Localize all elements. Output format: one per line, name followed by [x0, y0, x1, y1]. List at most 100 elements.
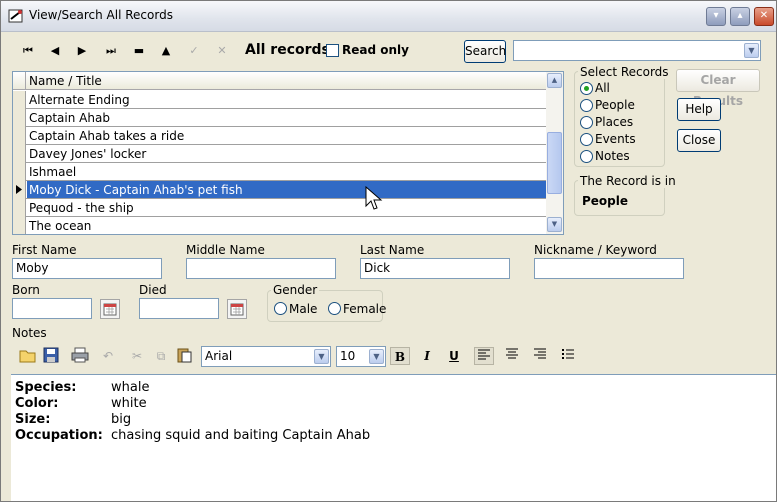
align-left-icon[interactable] [474, 347, 494, 365]
search-button[interactable]: Search [464, 40, 506, 63]
middle-name-field[interactable] [186, 258, 336, 279]
table-row[interactable]: Moby Dick - Captain Ahab's pet fish [13, 181, 546, 199]
align-center-icon[interactable] [502, 347, 522, 365]
read-only-label: Read only [342, 43, 409, 57]
select-notes-radio[interactable] [580, 150, 593, 163]
last-name-label: Last Name [360, 243, 425, 257]
italic-icon[interactable]: I [417, 347, 437, 365]
select-events-radio[interactable] [580, 133, 593, 146]
records-grid: Name / Title Alternate Ending Captain Aha… [12, 71, 564, 235]
row-selector[interactable] [13, 145, 26, 163]
born-field[interactable] [12, 298, 92, 319]
font-select[interactable]: Arial [201, 346, 331, 367]
cancel-edit-icon[interactable]: ✕ [211, 42, 233, 60]
note-key: Color: [15, 396, 59, 411]
font-size-dropdown-icon[interactable]: ▼ [369, 349, 384, 364]
view-search-window: View/Search All Records ▾ ▴ ✕ ⏮ ◀ ▶ ⏭ ▬ … [0, 0, 777, 502]
table-row[interactable]: Alternate Ending [13, 91, 546, 109]
first-name-field[interactable]: Moby [12, 258, 162, 279]
record-in-value: People [582, 194, 629, 208]
row-name-cell[interactable]: Ishmael [29, 165, 76, 179]
bullet-list-icon[interactable] [558, 347, 578, 365]
paste-icon[interactable] [174, 347, 194, 365]
nickname-field[interactable] [534, 258, 684, 279]
table-row[interactable]: Pequod - the ship [13, 199, 546, 217]
select-places-radio[interactable] [580, 116, 593, 129]
next-record-icon[interactable]: ▶ [71, 42, 93, 60]
clear-results-button[interactable]: Clear Results [676, 69, 760, 108]
select-people-label: People [595, 98, 635, 112]
died-calendar-icon[interactable] [227, 299, 247, 319]
gender-female-label: Female [343, 302, 387, 316]
record-in-caption: The Record is in [578, 174, 678, 188]
born-label: Born [12, 283, 40, 297]
table-row[interactable]: Davey Jones' locker [13, 145, 546, 163]
bold-icon[interactable]: B [390, 347, 410, 365]
read-only-checkbox[interactable] [326, 44, 339, 57]
row-name-cell[interactable]: Captain Ahab takes a ride [29, 129, 184, 143]
search-dropdown-icon[interactable]: ▼ [744, 43, 759, 58]
row-selector[interactable] [13, 91, 26, 109]
row-selector[interactable] [13, 109, 26, 127]
first-record-icon[interactable]: ⏮ [17, 42, 39, 60]
row-name-cell[interactable]: The ocean [29, 219, 91, 233]
scroll-up-icon[interactable]: ▲ [547, 73, 562, 88]
table-row[interactable]: The ocean [13, 217, 546, 234]
last-name-field[interactable]: Dick [360, 258, 510, 279]
save-icon[interactable] [41, 347, 61, 365]
close-button[interactable]: Close [677, 129, 721, 152]
delete-record-icon[interactable]: ▬ [128, 42, 150, 60]
post-check-icon[interactable]: ✓ [183, 42, 205, 60]
row-name-cell[interactable]: Moby Dick - Captain Ahab's pet fish [29, 183, 243, 197]
row-name-cell[interactable]: Alternate Ending [29, 93, 130, 107]
close-window-button[interactable]: ✕ [754, 7, 774, 26]
died-field[interactable] [139, 298, 219, 319]
row-selector[interactable] [13, 163, 26, 181]
prev-record-icon[interactable]: ◀ [44, 42, 66, 60]
last-record-icon[interactable]: ⏭ [100, 42, 122, 60]
row-selector[interactable] [13, 199, 26, 217]
table-row[interactable]: Ishmael [13, 163, 546, 181]
note-value: big [111, 412, 132, 427]
undo-icon[interactable]: ↶ [98, 347, 118, 365]
maximize-button[interactable]: ▴ [730, 7, 750, 26]
cut-icon[interactable]: ✂ [127, 347, 147, 365]
font-dropdown-icon[interactable]: ▼ [314, 349, 329, 364]
underline-icon[interactable]: U [444, 347, 464, 365]
grid-scrollbar[interactable]: ▲ ▼ [546, 72, 563, 234]
select-records-caption: Select Records [578, 65, 671, 79]
scroll-thumb[interactable] [547, 132, 562, 194]
row-selector[interactable] [13, 217, 26, 234]
row-selector[interactable] [13, 181, 26, 199]
row-name-cell[interactable]: Captain Ahab [29, 111, 110, 125]
copy-icon[interactable]: ⧉ [151, 347, 171, 365]
table-row[interactable]: Captain Ahab takes a ride [13, 127, 546, 145]
align-right-icon[interactable] [530, 347, 550, 365]
move-up-icon[interactable]: ▲ [155, 42, 177, 60]
row-selector[interactable] [13, 127, 26, 145]
born-calendar-icon[interactable] [100, 299, 120, 319]
gender-female-radio[interactable] [328, 302, 341, 315]
title-bar: View/Search All Records ▾ ▴ ✕ [1, 1, 776, 32]
select-people-radio[interactable] [580, 99, 593, 112]
gender-male-radio[interactable] [274, 302, 287, 315]
scroll-down-icon[interactable]: ▼ [547, 217, 562, 232]
search-input[interactable] [513, 40, 761, 61]
minimize-button[interactable]: ▾ [706, 7, 726, 26]
table-row[interactable]: Captain Ahab [13, 109, 546, 127]
note-key: Species: [15, 380, 77, 395]
notes-editor[interactable]: Species: whale Color: white Size: big Occupati… [11, 374, 776, 501]
select-all-radio[interactable] [580, 82, 593, 95]
column-name-title[interactable]: Name / Title [29, 74, 102, 88]
row-name-cell[interactable]: Davey Jones' locker [29, 147, 146, 161]
select-places-label: Places [595, 115, 634, 129]
window-title: View/Search All Records [29, 8, 173, 22]
died-label: Died [139, 283, 167, 297]
gender-caption: Gender [271, 283, 320, 297]
print-icon[interactable] [70, 347, 90, 365]
help-button[interactable]: Help [677, 98, 721, 121]
mode-label: All records [245, 42, 330, 58]
open-folder-icon[interactable] [18, 347, 38, 365]
header-selector [13, 72, 26, 90]
row-name-cell[interactable]: Pequod - the ship [29, 201, 134, 215]
